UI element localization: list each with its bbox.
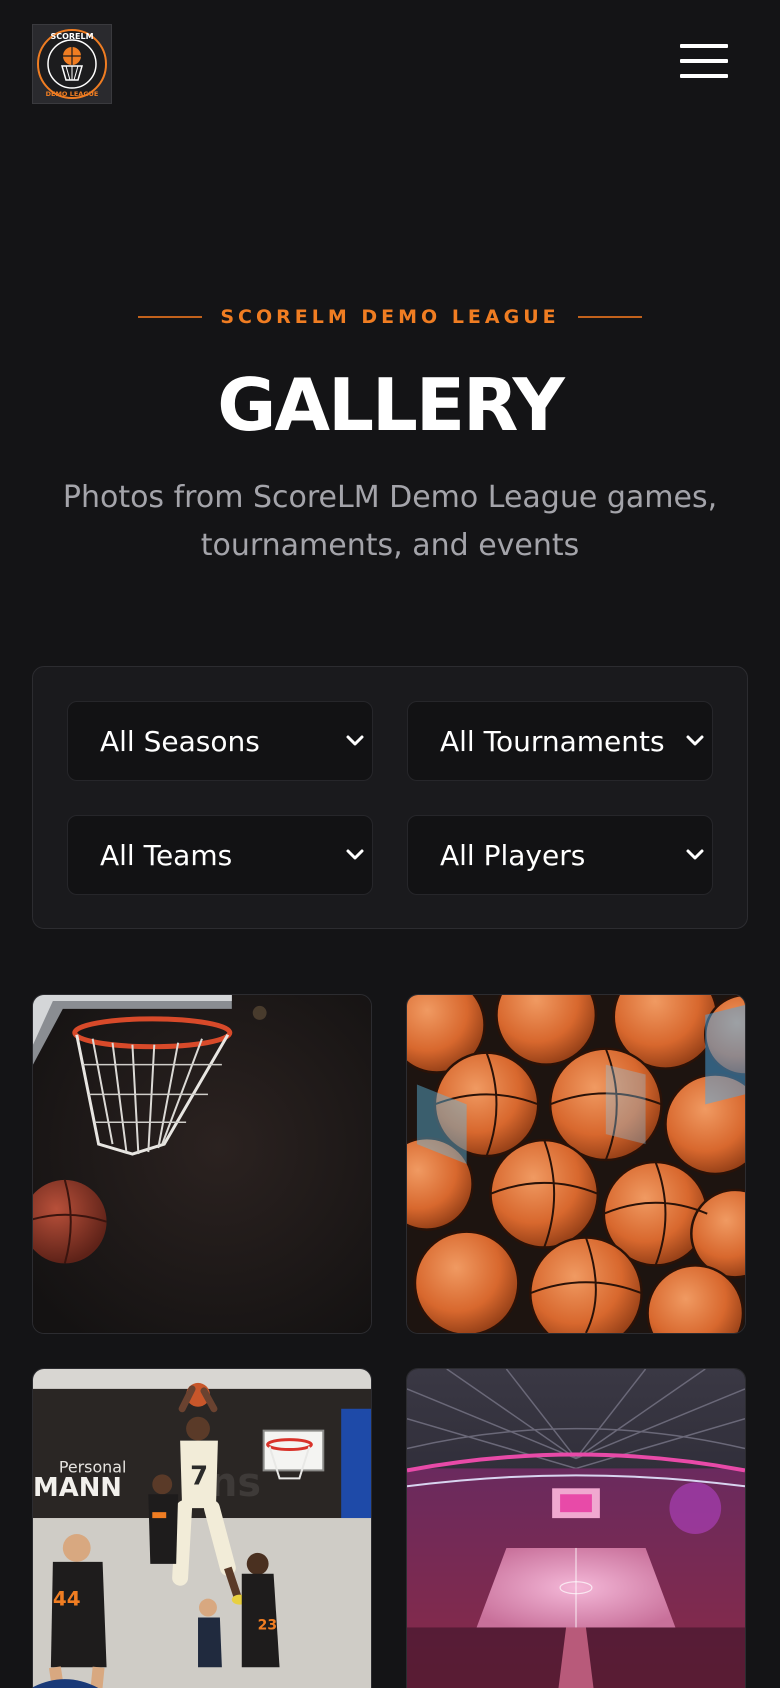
logo-bottom-text: DEMO LEAGUE — [46, 90, 99, 98]
season-select-value: All Seasons — [100, 724, 260, 758]
hoop-image — [33, 995, 371, 1333]
eyebrow: SCORELM DEMO LEAGUE — [0, 306, 780, 328]
tournament-select-value: All Tournaments — [440, 724, 665, 758]
league-logo[interactable]: SCORELM DEMO LEAGUE — [32, 24, 112, 104]
players-image: Personal MANN ens 7 23 44 — [33, 1369, 371, 1688]
banner-brand-text: MANN — [33, 1473, 122, 1503]
player-select-value: All Players — [440, 838, 586, 872]
chevron-down-icon — [686, 735, 704, 746]
basketball-logo-icon: SCORELM DEMO LEAGUE — [37, 29, 107, 99]
eyebrow-text: SCORELM DEMO LEAGUE — [220, 306, 560, 328]
chevron-down-icon — [346, 735, 364, 746]
basketballs-pile-photo[interactable] — [406, 994, 746, 1334]
player-select[interactable]: All Players — [407, 815, 713, 895]
team-select-value: All Teams — [100, 838, 233, 872]
eyebrow-divider-right — [577, 316, 642, 318]
gallery-page: SCORELM DEMO LEAGUE SCORELM DEMO LEAGUE … — [0, 0, 780, 1688]
menu-bar — [680, 44, 728, 48]
site-header: SCORELM DEMO LEAGUE — [0, 0, 780, 130]
players-dunk-photo[interactable]: Personal MANN ens 7 23 44 — [32, 1368, 372, 1688]
arena-image — [407, 1369, 745, 1688]
page-title: GALLERY — [217, 363, 564, 447]
logo-top-text: SCORELM — [50, 32, 93, 41]
chevron-down-icon — [686, 849, 704, 860]
svg-text:44: 44 — [53, 1588, 81, 1611]
eyebrow-divider-left — [138, 316, 203, 318]
team-select[interactable]: All Teams — [67, 815, 373, 895]
hamburger-menu-icon[interactable] — [676, 40, 732, 82]
filter-panel: All Seasons All Tournaments All Teams Al… — [32, 666, 748, 929]
svg-text:23: 23 — [258, 1617, 277, 1633]
basketball-hoop-photo[interactable] — [32, 994, 372, 1334]
tournament-select[interactable]: All Tournaments — [407, 701, 713, 781]
season-select[interactable]: All Seasons — [67, 701, 373, 781]
page-subtitle: Photos from ScoreLM Demo League games, t… — [62, 480, 718, 563]
chevron-down-icon — [346, 849, 364, 860]
jersey-number: 7 — [190, 1461, 208, 1491]
basketballs-image — [407, 995, 745, 1333]
arena-crowd-photo[interactable] — [406, 1368, 746, 1688]
menu-bar — [680, 74, 728, 78]
menu-bar — [680, 59, 728, 63]
